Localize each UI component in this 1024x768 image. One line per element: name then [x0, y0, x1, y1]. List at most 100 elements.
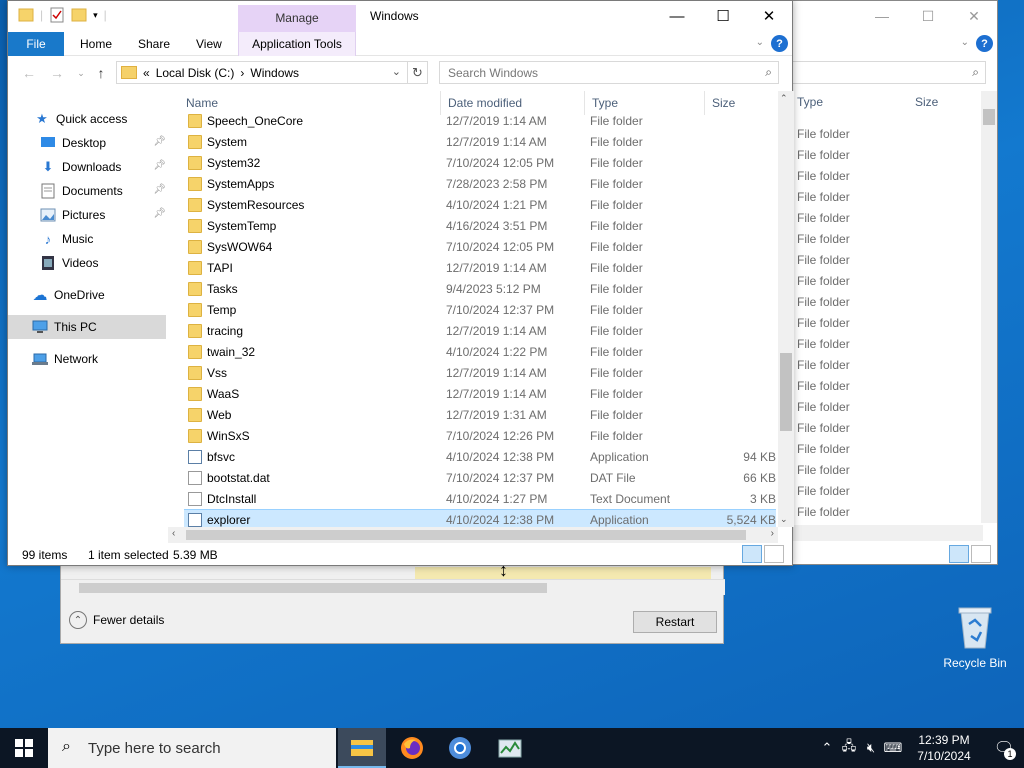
breadcrumb-separator[interactable]: › [240, 66, 244, 80]
details-view-icon[interactable] [742, 545, 762, 563]
file-row[interactable]: SystemTemp 4/16/2024 3:51 PM File folder [184, 216, 776, 237]
background-search-box[interactable]: ⌕ [781, 61, 986, 84]
file-row[interactable]: TAPI 12/7/2019 1:14 AM File folder [184, 258, 776, 279]
pin-icon[interactable]: 📌︎ [153, 136, 166, 147]
scroll-down-icon[interactable]: ⌄ [780, 514, 788, 525]
keyboard-icon[interactable]: ⌨ [882, 740, 904, 756]
maximize-icon[interactable]: ☐ [905, 1, 951, 31]
minimize-icon[interactable]: — [859, 1, 905, 31]
start-button[interactable] [0, 728, 48, 768]
properties-icon[interactable] [49, 7, 65, 23]
background-horizontal-scrollbar[interactable] [781, 525, 983, 541]
customize-toolbar-icon[interactable]: ▾ [93, 10, 98, 21]
horizontal-scrollbar[interactable]: ‹ › [168, 527, 778, 543]
breadcrumb-drive[interactable]: Local Disk (C:) [156, 66, 235, 80]
pin-icon[interactable]: 📌︎ [153, 208, 166, 219]
task-manager-window[interactable]: ⌃ Fewer details Restart [60, 560, 725, 644]
chevron-down-icon[interactable]: ⌄ [392, 65, 401, 78]
nav-item-videos[interactable]: Videos [8, 251, 166, 275]
column-header-size[interactable]: Size [915, 95, 938, 109]
background-explorer-window[interactable]: — ☐ ✕ ⌄ ? ⌕ Type Size File folder File fo… [780, 0, 998, 565]
file-row[interactable]: Speech_OneCore 12/7/2019 1:14 AM File fold… [184, 111, 776, 132]
tab-home[interactable]: Home [70, 32, 122, 56]
nav-item-pictures[interactable]: Pictures 📌︎ [8, 203, 166, 227]
tab-file[interactable]: File [8, 32, 64, 56]
scroll-thumb[interactable] [186, 530, 746, 540]
file-row[interactable]: SystemApps 7/28/2023 2:58 PM File folder [184, 174, 776, 195]
nav-item-music[interactable]: ♪ Music [8, 227, 166, 251]
refresh-icon[interactable]: ↻ [408, 61, 428, 84]
notification-center-button[interactable]: 🗨︎ 1 [984, 728, 1024, 768]
help-icon[interactable]: ? [976, 35, 993, 52]
file-row[interactable]: DtcInstall 4/10/2024 1:27 PM Text Document… [184, 489, 776, 510]
nav-item-documents[interactable]: Documents 📌︎ [8, 179, 166, 203]
back-arrow-icon[interactable]: ← [18, 64, 40, 82]
nav-item-onedrive[interactable]: ☁ OneDrive [8, 283, 166, 307]
large-icons-view-icon[interactable] [764, 545, 784, 563]
scroll-up-icon[interactable]: ⌃ [780, 93, 788, 104]
file-row[interactable]: Web 12/7/2019 1:31 AM File folder [184, 405, 776, 426]
file-row[interactable]: twain_32 4/10/2024 1:22 PM File folder [184, 342, 776, 363]
taskbar-firefox[interactable] [388, 728, 436, 768]
help-icon[interactable]: ? [771, 35, 788, 52]
taskbar-task-manager[interactable] [486, 728, 534, 768]
pin-icon[interactable]: 📌︎ [153, 184, 166, 195]
vertical-scrollbar[interactable]: ⌃ ⌄ [778, 91, 794, 527]
scroll-thumb[interactable] [780, 353, 792, 431]
file-row[interactable]: tracing 12/7/2019 1:14 AM File folder [184, 321, 776, 342]
ribbon-expand-icon[interactable]: ⌄ [756, 37, 764, 48]
file-row[interactable]: Vss 12/7/2019 1:14 AM File folder [184, 363, 776, 384]
volume-muted-icon[interactable]: 🔇︎ [860, 740, 882, 756]
file-row[interactable]: SysWOW64 7/10/2024 12:05 PM File folder [184, 237, 776, 258]
background-vertical-scrollbar[interactable] [981, 91, 997, 523]
maximize-icon[interactable]: ☐ [700, 1, 746, 31]
details-view-icon[interactable] [949, 545, 969, 563]
address-overflow[interactable]: « [143, 66, 150, 80]
taskbar-search-input[interactable]: ⌕ Type here to search [48, 728, 336, 768]
new-folder-icon[interactable] [71, 7, 87, 23]
file-row[interactable]: SystemResources 4/10/2024 1:21 PM File fol… [184, 195, 776, 216]
title-bar[interactable]: | ▾ | Manage Windows — ☐ ✕ [8, 1, 792, 32]
file-row[interactable]: System32 7/10/2024 12:05 PM File folder [184, 153, 776, 174]
breadcrumb-folder[interactable]: Windows [250, 66, 299, 80]
file-row[interactable]: Temp 7/10/2024 12:37 PM File folder [184, 300, 776, 321]
file-row[interactable]: WaaS 12/7/2019 1:14 AM File folder [184, 384, 776, 405]
file-row[interactable]: System 12/7/2019 1:14 AM File folder [184, 132, 776, 153]
minimize-icon[interactable]: — [654, 1, 700, 31]
ribbon-expand-icon[interactable]: ⌄ [961, 37, 969, 48]
file-row[interactable]: explorer 4/10/2024 12:38 PM Application 5,5… [184, 509, 776, 527]
search-input[interactable]: Search Windows ⌕ [439, 61, 779, 84]
file-row[interactable]: bootstat.dat 7/10/2024 12:37 PM DAT File 66… [184, 468, 776, 489]
nav-item-desktop[interactable]: Desktop 📌︎ [8, 131, 166, 155]
up-arrow-icon[interactable]: ↑ [90, 64, 112, 82]
nav-item-downloads[interactable]: ⬇ Downloads 📌︎ [8, 155, 166, 179]
restart-button[interactable]: Restart [633, 611, 717, 633]
clock[interactable]: 12:39 PM 7/10/2024 [904, 732, 984, 764]
address-box[interactable]: « Local Disk (C:) › Windows ⌄ [116, 61, 408, 84]
column-header-type[interactable]: Type [797, 95, 823, 109]
file-row[interactable]: bfsvc 4/10/2024 12:38 PM Application 94 KB [184, 447, 776, 468]
tab-application-tools[interactable]: Application Tools [238, 32, 356, 56]
nav-item-network[interactable]: Network [8, 347, 166, 371]
explorer-window[interactable]: | ▾ | Manage Windows — ☐ ✕ File Home Sha… [7, 0, 794, 566]
fewer-details-button[interactable]: ⌃ Fewer details [69, 611, 164, 629]
chevron-up-icon[interactable]: ⌃ [816, 740, 838, 756]
scroll-left-icon[interactable]: ‹ [172, 528, 175, 539]
nav-item-this-pc[interactable]: This PC [8, 315, 166, 339]
network-icon[interactable]: 🖧︎ [838, 737, 860, 759]
nav-item-quick-access[interactable]: ★ Quick access [8, 107, 166, 131]
task-horizontal-scrollbar[interactable] [61, 579, 725, 595]
pin-icon[interactable]: 📌︎ [153, 160, 166, 171]
taskbar-chrome[interactable] [436, 728, 484, 768]
scroll-right-icon[interactable]: › [771, 528, 774, 539]
tab-share[interactable]: Share [128, 32, 180, 56]
recycle-bin-desktop-icon[interactable]: Recycle Bin [938, 600, 1012, 670]
close-icon[interactable]: ✕ [746, 1, 792, 31]
recent-locations-icon[interactable]: ⌄ [70, 64, 92, 82]
tab-manage[interactable]: Manage [238, 5, 356, 32]
file-row[interactable]: Tasks 9/4/2023 5:12 PM File folder [184, 279, 776, 300]
large-icons-view-icon[interactable] [971, 545, 991, 563]
close-icon[interactable]: ✕ [951, 1, 997, 31]
file-row[interactable]: WinSxS 7/10/2024 12:26 PM File folder [184, 426, 776, 447]
tab-view[interactable]: View [186, 32, 232, 56]
